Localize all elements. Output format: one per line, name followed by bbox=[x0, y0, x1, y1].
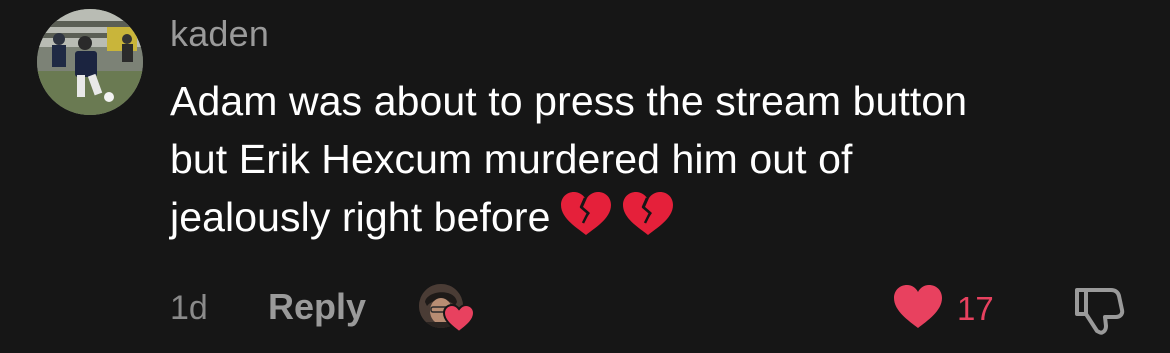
reply-button[interactable]: Reply bbox=[268, 286, 366, 328]
creator-liked-badge bbox=[419, 284, 475, 336]
comment-username[interactable]: kaden bbox=[170, 14, 269, 54]
comment-line-last: jealously right before bbox=[170, 188, 1130, 246]
comment-line-text: jealously right before bbox=[170, 194, 551, 240]
avatar-photo bbox=[37, 9, 143, 115]
like-count: 17 bbox=[957, 290, 994, 327]
broken-heart-icon bbox=[622, 192, 673, 235]
comment-line: but Erik Hexcum murdered him out of bbox=[170, 136, 853, 182]
comment-timestamp: 1d bbox=[170, 289, 208, 327]
comment-line: Adam was about to press the stream butto… bbox=[170, 78, 968, 124]
creator-heart-icon bbox=[443, 304, 475, 334]
thumbs-down-icon[interactable] bbox=[1071, 282, 1125, 336]
like-heart-icon[interactable] bbox=[892, 284, 944, 330]
broken-heart-icon bbox=[560, 192, 611, 235]
user-avatar[interactable] bbox=[37, 9, 143, 115]
comment-text: Adam was about to press the stream butto… bbox=[170, 72, 1130, 246]
